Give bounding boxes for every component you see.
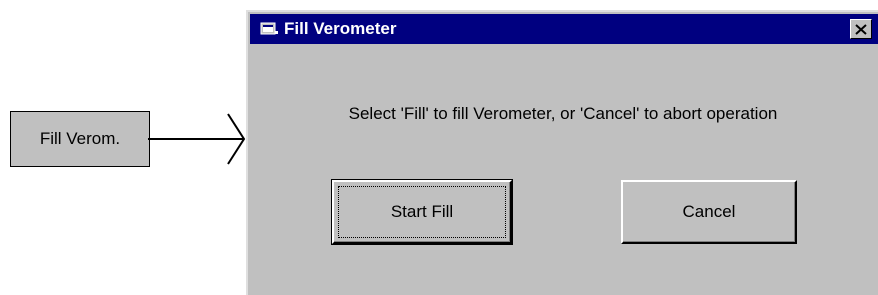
dialog-titlebar[interactable]: Fill Verometer bbox=[250, 14, 878, 44]
app-icon bbox=[260, 22, 278, 35]
fill-verom-button[interactable]: Fill Verom. bbox=[10, 111, 150, 167]
dialog-title: Fill Verometer bbox=[284, 19, 397, 38]
close-icon bbox=[855, 23, 867, 35]
cancel-label: Cancel bbox=[682, 202, 736, 221]
arrow-connector bbox=[148, 113, 246, 165]
dialog-message: Select 'Fill' to fill Verometer, or 'Can… bbox=[348, 104, 778, 123]
cancel-button[interactable]: Cancel bbox=[621, 180, 797, 244]
start-fill-label: Start Fill bbox=[390, 202, 454, 221]
close-button[interactable] bbox=[850, 19, 872, 39]
fill-verometer-dialog: Fill Verometer Select 'Fill' to fill Ver… bbox=[246, 10, 878, 295]
fill-verom-label: Fill Verom. bbox=[39, 129, 121, 148]
start-fill-button[interactable]: Start Fill bbox=[331, 179, 513, 245]
